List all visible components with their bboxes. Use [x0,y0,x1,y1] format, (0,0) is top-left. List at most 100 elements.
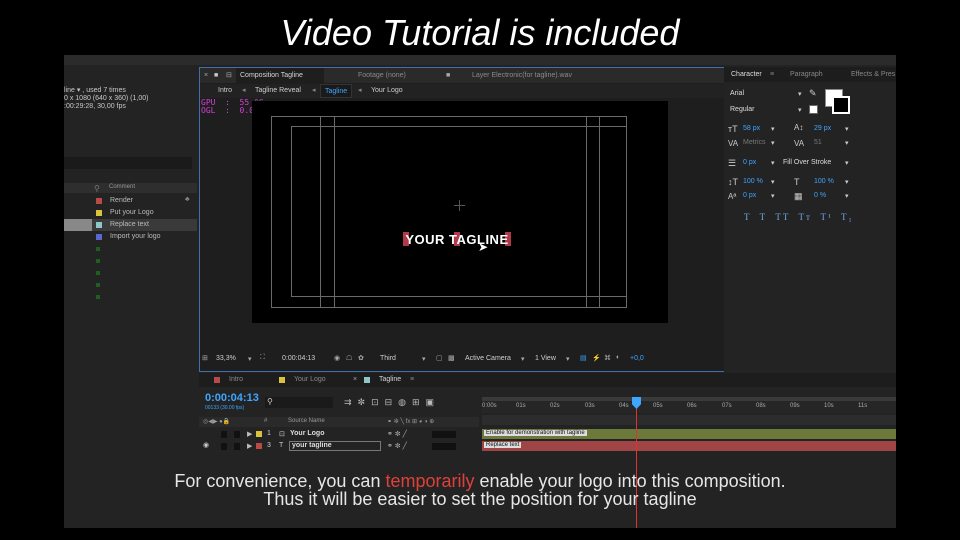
ruler-tick: 06s [687,403,697,409]
white-swatch[interactable] [809,105,818,114]
crumb-tagline[interactable]: Tagline [320,84,353,98]
chevron-left-icon: ◂ [312,87,316,94]
tab-footage[interactable]: Footage (none) [358,68,406,83]
project-search-input[interactable] [64,157,192,169]
chevron-down-icon: ▾ [845,140,849,147]
tab-tagline[interactable]: Tagline [379,373,401,387]
horizontal-scale-field[interactable]: 100 % [814,178,834,188]
tab-intro[interactable]: Intro [229,373,243,387]
camera-select[interactable]: Active Camera [465,355,511,362]
layer-marker[interactable]: Enable for demonstration with tagline [484,430,587,436]
layer-icon: ■ [446,72,451,79]
layer-name-input[interactable]: your tagline [289,441,381,451]
stroke-mode-select[interactable]: Fill Over Stroke [783,159,831,169]
layer-modes[interactable] [432,443,456,450]
work-area-bar[interactable] [482,397,896,401]
chevron-down-icon: ▾ [248,356,252,363]
lock-icon[interactable]: ■ [214,68,218,83]
zoom-select[interactable]: 33,3% [216,355,236,362]
crumb-tagline-reveal[interactable]: Tagline Reveal [255,84,301,98]
label-color-swatch [279,377,285,383]
font-size-icon: ᴛT [728,124,738,134]
layer-switch-icons[interactable]: ⚭ ✼ ╱ [387,430,407,438]
snapshot-icon[interactable]: ◉ [334,354,340,362]
leading-field[interactable]: 29 px [814,125,831,135]
region-interest-icon[interactable]: ▢ [436,354,443,362]
stroke-color-swatch[interactable] [832,96,850,114]
font-size-field[interactable]: 58 px [743,125,760,135]
timeline-frame-count: 00133 (30.00 fps) [205,405,245,411]
tsume-field[interactable]: 0 % [814,192,826,202]
tab-your-logo[interactable]: Your Logo [294,373,326,387]
layer-switch-icons[interactable]: ⚭ ✼ ╱ [387,442,407,450]
timeline-search-input[interactable]: ⚲ [265,397,333,408]
exposure-value[interactable]: +0,0 [630,355,644,362]
close-icon[interactable]: × [353,373,357,387]
tracking-field[interactable]: 51 [814,139,822,149]
toggle-pixel-icon[interactable]: ▤ [580,354,587,362]
kerning-field[interactable]: Metrics [743,139,766,149]
baseline-shift-field[interactable]: 0 px [743,192,756,202]
flowchart-icon[interactable]: ⌘ [604,354,611,362]
list-item[interactable]: Render ♣ [64,195,197,207]
layer-number: 1 [267,430,271,437]
resolution-select[interactable]: Third [380,355,396,362]
crumb-your-logo[interactable]: Your Logo [371,84,403,98]
timeline-switches[interactable]: ⇉✼⊡⊟◍⊞▣ [344,397,440,408]
stroke-width-field[interactable]: 0 px [743,159,756,169]
composition-canvas[interactable]: YOUR TAGLINE ➤ [252,101,668,323]
table-row[interactable]: ▶ 1 ⊡ Your Logo ⚭ ✼ ╱ [199,429,479,440]
eye-icon[interactable]: ◉ [203,441,209,449]
transparency-grid-icon[interactable]: ▩ [448,354,455,362]
close-icon[interactable]: × [204,68,208,83]
layer-bar-your-tagline[interactable]: Replace text [482,441,896,451]
kerning-icon: VA [728,139,739,148]
layer-marker[interactable]: Replace text [484,442,522,448]
table-row[interactable]: ◉ ▶ 3 T your tagline ⚭ ✼ ╱ [199,441,479,452]
color-channel-icon[interactable]: ✿ [358,354,364,362]
tagline-text[interactable]: YOUR TAGLINE [402,232,512,247]
vertical-scale-field[interactable]: 100 % [743,178,763,188]
font-style-select[interactable]: Regular [730,106,755,116]
layer-modes[interactable] [432,431,456,438]
comment-track [482,415,896,425]
list-item[interactable]: Replace text [64,219,197,231]
chevron-down-icon: ▾ [845,179,849,186]
layer-bar-your-logo[interactable]: Enable for demonstration with tagline [482,429,896,439]
reset-exposure-icon[interactable]: ◐ [616,354,620,361]
time-ruler[interactable]: 0:00s 01s 02s 03s 04s 05s 06s 07s 08s 09… [482,397,896,413]
solo-toggle[interactable] [221,431,227,438]
chevron-down-icon: ▾ [845,193,849,200]
character-panel: Character ≡ Paragraph Effects & Pres Ari… [724,67,896,372]
composition-panel: × ■ ⊟ Composition Tagline Footage (none)… [199,67,785,372]
layer-switches-header: ⚭ ✼ ╲ fx ⊞ ◕ ◑ ⊕ [387,419,435,425]
tab-paragraph[interactable]: Paragraph [790,71,823,78]
lock-toggle[interactable] [234,431,240,438]
tab-composition[interactable]: Composition Tagline [236,68,324,83]
text-style-buttons[interactable]: T T TT Tт T¹ T₁ [744,212,854,222]
comment-header: Comment [109,184,136,190]
eyedropper-icon[interactable]: ✎ [809,88,817,99]
lock-toggle[interactable] [234,443,240,450]
tab-character[interactable]: Character [731,71,762,78]
panel-menu-icon[interactable]: ≡ [770,71,774,78]
list-item[interactable]: Put your Logo [64,207,197,219]
views-select[interactable]: 1 View [535,355,556,362]
font-family-select[interactable]: Arial [730,90,744,100]
expand-arrow-icon[interactable]: ▶ [247,430,252,438]
region-icon[interactable]: ⊞ [202,354,208,362]
solo-toggle[interactable] [221,443,227,450]
list-item[interactable]: Import your logo [64,231,197,243]
viewer-bottom-bar: ⊞ 33,3% ▾ ⛶ 0:00:04:13 ◉ ☖ ✿ Third ▾ ▢ ▩… [200,352,785,366]
layer-name[interactable]: Your Logo [290,430,324,437]
current-time[interactable]: 0:00:04:13 [282,355,315,362]
tab-layer[interactable]: Layer Electronic(for tagline).wav [472,68,572,83]
show-snapshot-icon[interactable]: ☖ [346,354,352,362]
fit-icon[interactable]: ⛶ [260,354,265,362]
panel-menu-icon[interactable]: ≡ [410,373,414,387]
fast-preview-icon[interactable]: ⚡ [592,354,601,362]
expand-arrow-icon[interactable]: ▶ [247,442,252,450]
timeline-timecode[interactable]: 0:00:04:13 [205,392,259,404]
crumb-intro[interactable]: Intro [218,84,232,98]
tab-effects[interactable]: Effects & Pres [851,71,895,78]
